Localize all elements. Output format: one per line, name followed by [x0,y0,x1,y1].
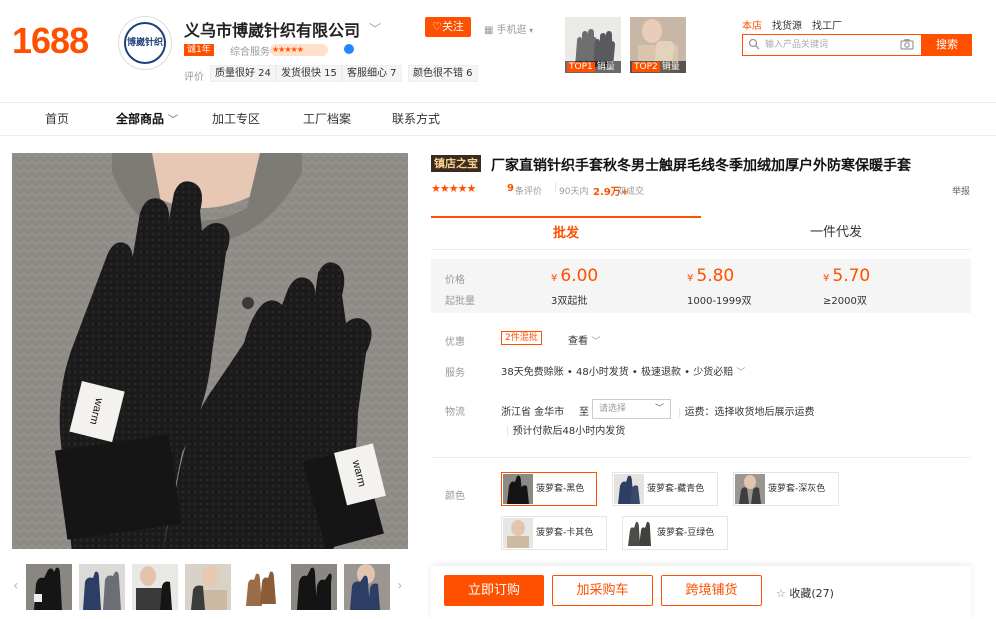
price-tier-2: ¥5.80 [687,266,735,286]
promo-view-dropdown[interactable]: 查看 ﹀ [568,332,600,347]
shop-avatar[interactable]: 博崴针织 [118,16,172,70]
chevron-down-icon[interactable]: ﹀ [369,20,381,37]
nav-home[interactable]: 首页 [45,110,69,127]
color-option-khaki[interactable]: 菠萝套-卡其色 [501,516,607,550]
overall-service-label: 综合服务 [230,47,270,58]
cross-border-button[interactable]: 跨境铺货 [661,575,762,606]
follow-button[interactable]: ♡关注 [425,17,471,37]
product-title: 厂家直销针织手套秋冬男士触屏毛线冬季加绒加厚户外防寒保暖手套 [491,158,911,174]
scope-shop[interactable]: 本店 [742,17,762,32]
qty-tier-2: 1000-1999双 [687,296,752,307]
model-wearing-gloves-image: warm warm [12,153,408,549]
shop-name[interactable]: 义乌市博崴针织有限公司 [184,17,360,41]
qr-icon: ▦ [484,25,494,36]
evaluation-label: 评价 [184,72,204,83]
service-label: 服务 [445,368,465,379]
section-divider [431,457,971,458]
star-icon: ☆ [776,587,786,600]
nav-all-products[interactable]: 全部商品 ﹀ [116,110,178,127]
ship-from: 浙江省 金华市 [501,407,565,418]
buy-now-button[interactable]: 立即订购 [444,575,544,606]
nav-contact[interactable]: 联系方式 [392,110,440,127]
year-badge: 诚1年 [184,44,214,56]
chevron-down-icon: ﹀ [654,404,664,414]
heart-icon: ♡ [432,20,442,33]
tab-dropship[interactable]: 一件代发 [701,216,971,249]
color-label: 颜色 [445,491,465,502]
search-icon [748,38,760,53]
thumbnail[interactable] [291,564,337,610]
favorite-button[interactable]: ☆ 收藏(27) [776,585,834,601]
freight-info: | 运费：选择收货地后展示运费 [678,407,815,418]
site-logo[interactable]: 1688 [12,20,89,62]
shop-treasure-badge: 镇店之宝 [431,155,481,172]
review-label[interactable]: 条评价 [515,184,542,197]
chevron-right-icon[interactable]: › [397,578,403,594]
tab-divider [431,249,971,250]
search-input[interactable]: 输入产品关键词 [742,34,922,56]
eval-tag: 客服细心 7 [342,65,402,82]
eval-tag: 颜色很不错 6 [408,65,478,82]
period-label: 90天内 [559,187,589,197]
thumbnail[interactable] [344,564,390,610]
chevron-down-icon: ﹀ [736,368,746,378]
camera-icon[interactable] [900,38,914,53]
eval-tag: 质量很好 24 [210,65,276,82]
ship-to-label: 至 [579,407,589,418]
price-tier-1: ¥6.00 [551,266,599,286]
color-option-dark-gray[interactable]: 菠萝套-深灰色 [733,472,839,506]
nav-processing[interactable]: 加工专区 [212,110,260,127]
deal-label: 双成交 [617,187,645,197]
price-tier-3: ¥5.70 [823,266,871,286]
top2-product-thumb[interactable]: TOP2 销量 [630,17,686,73]
top2-label: TOP2 销量 [630,61,686,73]
thumbnail[interactable] [132,564,178,610]
top1-label: TOP1 销量 [565,61,621,73]
color-option-bean-green[interactable]: 菠萝套-豆绿色 [622,516,728,550]
chevron-down-icon: ﹀ [591,337,601,347]
top1-product-thumb[interactable]: TOP1 销量 [565,17,621,73]
promo-label: 优惠 [445,337,465,348]
review-count[interactable]: 9 [507,183,514,194]
delivery-eta: | 预计付款后48小时内发货 [506,426,626,437]
scope-source[interactable]: 找货源 [772,17,802,32]
price-label: 价格 [445,275,465,286]
overall-rating-stars: ★★★★★ [270,44,328,56]
thumbnail[interactable] [79,564,125,610]
destination-select[interactable]: 请选择 ﹀ [592,399,671,419]
verified-icon [344,44,354,54]
qty-tier-1: 3双起批 [551,296,588,307]
thumbnail[interactable] [26,564,72,610]
shop-logo-text: 博崴针织 [124,22,166,64]
color-option-navy[interactable]: 菠萝套-藏青色 [612,472,718,506]
chevron-down-icon: ﹀ [168,115,179,126]
main-product-image[interactable]: warm warm [12,153,408,549]
service-guarantees[interactable]: 38天免费赊账 • 48小时发货 • 极速退款 • 少货必赔 ﹀ [501,363,745,378]
search-button[interactable]: 搜索 [922,34,972,56]
chevron-left-icon[interactable]: ‹ [13,578,19,594]
min-qty-label: 起批量 [445,296,475,307]
scope-factory[interactable]: 找工厂 [812,17,842,32]
thumbnail[interactable] [238,564,284,610]
eval-tag: 发货很快 15 [276,65,342,82]
product-rating-stars: ★★★★★ [431,182,476,195]
qty-tier-3: ≥2000双 [823,296,867,307]
thumbnail[interactable] [185,564,231,610]
mobile-browse-link[interactable]: ▦ 手机逛 ▾ [484,21,533,36]
add-to-cart-button[interactable]: 加采购车 [552,575,653,606]
promo-tag: 2件混批 [501,331,542,345]
divider: | [554,182,558,193]
color-option-black[interactable]: 菠萝套-黑色 [501,472,597,506]
tab-wholesale[interactable]: 批发 [431,216,701,249]
nav-factory-profile[interactable]: 工厂档案 [303,110,351,127]
report-link[interactable]: 举报 [952,184,970,197]
logistics-label: 物流 [445,407,465,418]
